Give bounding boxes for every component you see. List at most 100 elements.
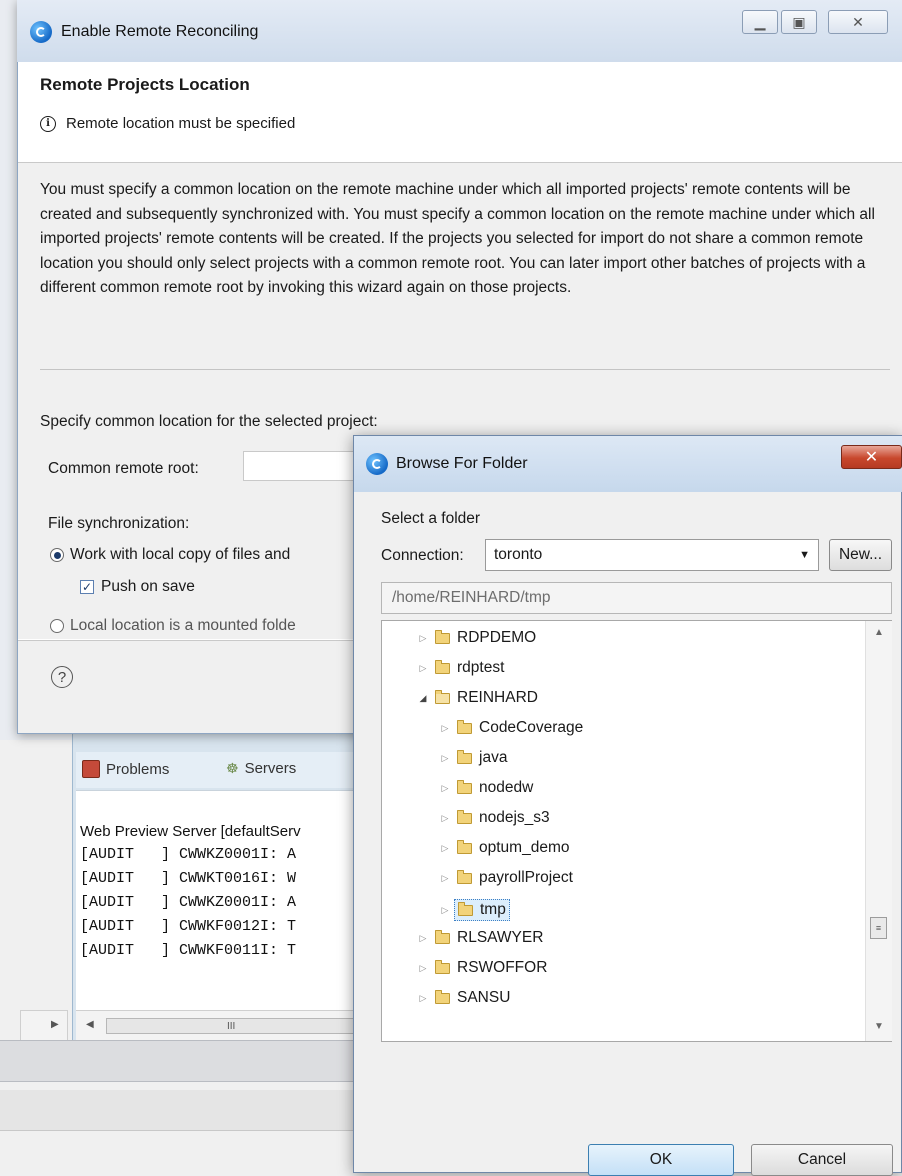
select-folder-label: Select a folder (381, 510, 481, 527)
left-panel-scroll[interactable]: ▶ (20, 1010, 68, 1042)
browse-close-button[interactable]: ✕ (841, 445, 902, 469)
close-icon: ✕ (864, 449, 879, 466)
maximize-button[interactable]: ▣ (781, 10, 817, 34)
folder-icon (435, 959, 450, 974)
push-on-save-checkbox-row[interactable]: ✓ Push on save (80, 578, 195, 596)
tree-item-label: REINHARD (457, 689, 538, 706)
folder-icon (457, 749, 472, 764)
minimize-icon: ▁ (754, 13, 766, 30)
status-strip-secondary (0, 1090, 360, 1131)
folder-icon (457, 719, 472, 734)
separator (40, 369, 890, 370)
collapse-icon[interactable]: ◢ (418, 693, 428, 704)
expand-icon[interactable]: ▷ (440, 723, 450, 734)
app-logo-icon (30, 21, 52, 43)
console-hscrollbar[interactable]: ◀ III (76, 1010, 362, 1041)
open-folder-icon (435, 689, 450, 704)
push-on-save-label: Push on save (101, 578, 195, 595)
ok-button[interactable]: OK (588, 1144, 734, 1176)
description-text: You must specify a common location on th… (40, 181, 875, 296)
tree-item-label: java (479, 749, 508, 766)
tree-item[interactable]: ◢ REINHARD (418, 689, 538, 707)
scroll-right-icon[interactable]: ▶ (51, 1019, 59, 1030)
tree-item[interactable]: ▷ CodeCoverage (440, 719, 584, 737)
tree-item[interactable]: ▷ java (440, 749, 508, 767)
tab-problems[interactable]: Problems (82, 760, 169, 778)
tab-servers-label: Servers (244, 760, 297, 777)
common-root-input[interactable] (243, 451, 363, 481)
close-button[interactable]: ✕ (828, 10, 888, 34)
grip-icon: ≡ (875, 923, 882, 933)
tree-item-label: RLSAWYER (457, 929, 544, 946)
cancel-button[interactable]: Cancel (751, 1144, 893, 1176)
console-title: Web Preview Server [defaultServ (80, 823, 301, 840)
expand-icon[interactable]: ▷ (440, 783, 450, 794)
console-line: [AUDIT ] CWWKF0012I: T (80, 918, 297, 935)
tree-item[interactable]: ▷ RLSAWYER (418, 929, 544, 947)
tree-item[interactable]: ▷ SANSU (418, 989, 511, 1007)
push-on-save-checkbox[interactable]: ✓ (80, 580, 94, 594)
radio-button-selected[interactable] (50, 548, 64, 562)
scroll-left-icon[interactable]: ◀ (86, 1019, 94, 1030)
connection-dropdown[interactable]: toronto ▼ (485, 539, 819, 571)
vscroll-thumb[interactable]: ≡ (870, 917, 887, 939)
file-sync-label: File synchronization: (48, 515, 190, 532)
expand-icon[interactable]: ▷ (418, 993, 428, 1004)
minimize-button[interactable]: ▁ (742, 10, 778, 34)
folder-icon (457, 869, 472, 884)
expand-icon[interactable]: ▷ (418, 633, 428, 644)
folder-icon (435, 929, 450, 944)
folder-icon (457, 809, 472, 824)
header-message-text: Remote location must be specified (66, 115, 296, 132)
tree-item[interactable]: ▷ payrollProject (440, 869, 573, 887)
expand-icon[interactable]: ▷ (440, 873, 450, 884)
header-message: i Remote location must be specified (40, 115, 295, 132)
app-logo-icon (366, 453, 388, 475)
hscroll-thumb[interactable]: III (106, 1018, 354, 1034)
expand-icon[interactable]: ▷ (440, 813, 450, 824)
tree-item-label: RSWOFFOR (457, 959, 548, 976)
grip-icon: III (227, 1021, 236, 1032)
expand-icon[interactable]: ▷ (418, 963, 428, 974)
tree-item[interactable]: ▷ optum_demo (440, 839, 570, 857)
browse-dialog-title: Browse For Folder (396, 455, 528, 472)
console-line: [AUDIT ] CWWKT0016I: W (80, 870, 297, 887)
tree-item-selected[interactable]: ▷ tmp (440, 899, 510, 921)
connection-label: Connection: (381, 547, 464, 564)
radio-work-local[interactable]: Work with local copy of files and (50, 546, 290, 564)
browse-title-group: Browse For Folder (366, 453, 528, 475)
scroll-up-icon[interactable]: ▲ (874, 627, 884, 638)
dialog-title: Enable Remote Reconciling (61, 23, 259, 40)
dropdown-arrow-icon[interactable]: ▼ (799, 549, 810, 561)
console-line: [AUDIT ] CWWKZ0001I: A (80, 846, 297, 863)
folder-icon (435, 629, 450, 644)
expand-icon[interactable]: ▷ (418, 663, 428, 674)
folder-tree[interactable]: ▷ RDPDEMO ▷ rdptest ◢ REINHARD ▷ CodeCoverag… (381, 620, 892, 1042)
help-button[interactable]: ? (51, 666, 73, 688)
tree-item[interactable]: ▷ RDPDEMO (418, 629, 537, 647)
dialog-title-group: Enable Remote Reconciling (30, 21, 258, 43)
expand-icon[interactable]: ▷ (440, 843, 450, 854)
expand-icon[interactable]: ▷ (440, 905, 450, 916)
connection-value: toronto (494, 546, 543, 563)
expand-icon[interactable]: ▷ (440, 753, 450, 764)
selected-folder[interactable]: tmp (454, 899, 510, 921)
new-connection-button[interactable]: New... (829, 539, 892, 571)
expand-icon[interactable]: ▷ (418, 933, 428, 944)
page-title: Remote Projects Location (40, 75, 250, 94)
tree-vscrollbar[interactable]: ▲ ≡ ▼ (865, 621, 892, 1041)
specify-location-label: Specify common location for the selected… (40, 413, 378, 430)
radio-button-unselected[interactable] (50, 619, 64, 633)
tree-item[interactable]: ▷ nodedw (440, 779, 534, 797)
tree-item[interactable]: ▷ nodejs_s3 (440, 809, 550, 827)
tree-item-label: payrollProject (479, 869, 573, 886)
help-icon: ? (57, 668, 67, 686)
tree-item-label: nodejs_s3 (479, 809, 550, 826)
problems-icon (82, 760, 100, 778)
tab-servers[interactable]: ☸ Servers (226, 760, 296, 777)
tree-item[interactable]: ▷ rdptest (418, 659, 505, 677)
tree-item[interactable]: ▷ RSWOFFOR (418, 959, 548, 977)
console-line: [AUDIT ] CWWKF0011I: T (80, 942, 297, 959)
radio-local-mounted[interactable]: Local location is a mounted folde (50, 618, 296, 634)
scroll-down-icon[interactable]: ▼ (874, 1021, 884, 1032)
